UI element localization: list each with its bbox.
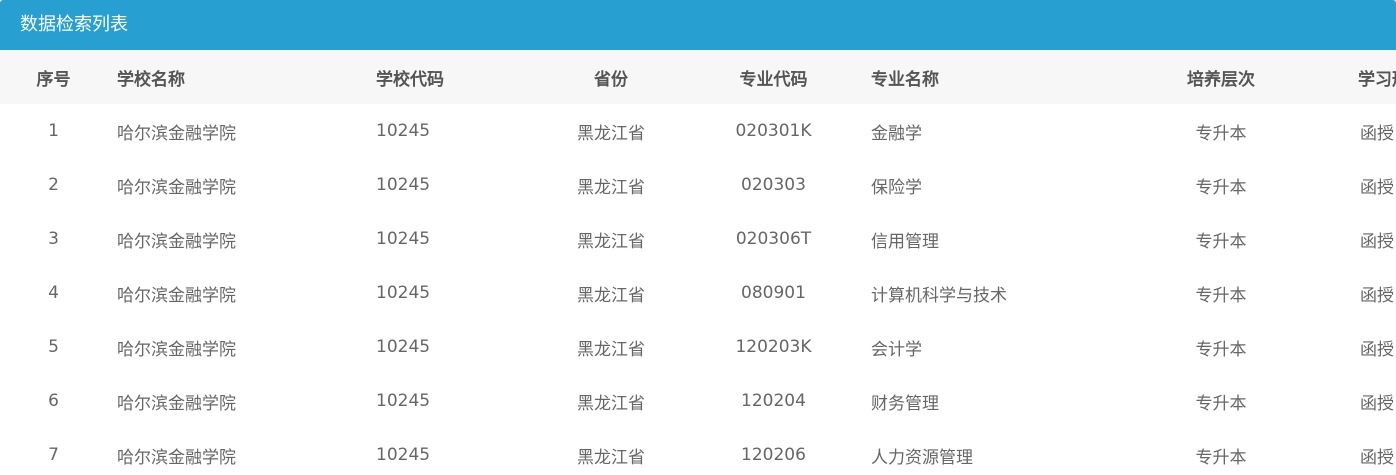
cell-index: 7	[48, 445, 59, 465]
column-header-study-mode: 学习形式	[1358, 69, 1396, 90]
cell-school-code: 10245	[376, 337, 431, 357]
cell-province: 黑龙江省	[577, 447, 645, 468]
table-row: 2 哈尔滨金融学院 10245 黑龙江省 020303 保险学 专升本 函授	[0, 158, 1396, 212]
column-header-province: 省份	[594, 69, 628, 90]
cell-study-mode: 函授	[1360, 447, 1394, 468]
cell-school-code: 10245	[376, 391, 431, 411]
cell-major-name: 会计学	[871, 339, 922, 360]
cell-school-code: 10245	[376, 229, 431, 249]
cell-school-code: 10245	[376, 175, 431, 195]
cell-school-code: 10245	[376, 283, 431, 303]
cell-study-mode: 函授	[1360, 285, 1394, 306]
cell-level: 专升本	[1195, 123, 1247, 144]
column-header-major-code: 专业代码	[739, 69, 808, 90]
cell-major-code: 020306T	[735, 229, 812, 249]
cell-study-mode: 函授	[1360, 123, 1394, 144]
cell-index: 4	[48, 283, 59, 303]
cell-major-code: 020303	[741, 175, 806, 195]
cell-study-mode: 函授	[1360, 231, 1394, 252]
cell-level: 专升本	[1195, 285, 1247, 306]
column-header-level: 培养层次	[1187, 69, 1255, 90]
cell-province: 黑龙江省	[577, 123, 645, 144]
cell-school-name: 哈尔滨金融学院	[117, 285, 236, 306]
cell-major-name: 保险学	[871, 177, 922, 198]
cell-school-name: 哈尔滨金融学院	[117, 123, 236, 144]
cell-level: 专升本	[1195, 339, 1247, 360]
table-row: 4 哈尔滨金融学院 10245 黑龙江省 080901 计算机科学与技术 专升本…	[0, 266, 1396, 320]
panel-title: 数据检索列表	[20, 14, 128, 35]
panel-header: 数据检索列表	[0, 0, 1396, 50]
table-row: 3 哈尔滨金融学院 10245 黑龙江省 020306T 信用管理 专升本 函授	[0, 212, 1396, 266]
cell-province: 黑龙江省	[577, 339, 645, 360]
cell-index: 1	[48, 121, 59, 141]
cell-major-code: 080901	[741, 283, 806, 303]
data-search-panel: 数据检索列表 序号 学校名称 学校代码 省份 专业代码 专业名称 培养层次 学习…	[0, 0, 1396, 475]
cell-major-name: 计算机科学与技术	[871, 285, 1007, 306]
column-header-school-name: 学校名称	[117, 69, 185, 90]
cell-index: 5	[48, 337, 59, 357]
cell-major-code: 120203K	[735, 337, 812, 357]
table-header: 序号 学校名称 学校代码 省份 专业代码 专业名称 培养层次 学习形式	[0, 50, 1396, 104]
table-header-row: 序号 学校名称 学校代码 省份 专业代码 专业名称 培养层次 学习形式	[0, 50, 1396, 104]
cell-province: 黑龙江省	[577, 177, 645, 198]
cell-major-name: 财务管理	[871, 393, 939, 414]
column-header-school-code: 学校代码	[376, 69, 444, 90]
cell-level: 专升本	[1195, 231, 1247, 252]
table-row: 5 哈尔滨金融学院 10245 黑龙江省 120203K 会计学 专升本 函授	[0, 320, 1396, 374]
column-header-major-name: 专业名称	[871, 69, 939, 90]
table-row: 7 哈尔滨金融学院 10245 黑龙江省 120206 人力资源管理 专升本 函…	[0, 428, 1396, 475]
cell-school-name: 哈尔滨金融学院	[117, 447, 236, 468]
cell-level: 专升本	[1195, 393, 1247, 414]
cell-study-mode: 函授	[1360, 393, 1394, 414]
cell-major-code: 120206	[741, 445, 806, 465]
cell-index: 2	[48, 175, 59, 195]
results-table: 序号 学校名称 学校代码 省份 专业代码 专业名称 培养层次 学习形式 1 哈尔…	[0, 50, 1396, 475]
table-row: 6 哈尔滨金融学院 10245 黑龙江省 120204 财务管理 专升本 函授	[0, 374, 1396, 428]
cell-school-code: 10245	[376, 445, 431, 465]
cell-major-name: 信用管理	[871, 231, 939, 252]
cell-major-name: 人力资源管理	[871, 447, 973, 468]
table-row: 1 哈尔滨金融学院 10245 黑龙江省 020301K 金融学 专升本 函授	[0, 104, 1396, 158]
cell-index: 6	[48, 391, 59, 411]
cell-school-name: 哈尔滨金融学院	[117, 177, 236, 198]
cell-school-name: 哈尔滨金融学院	[117, 393, 236, 414]
cell-school-name: 哈尔滨金融学院	[117, 339, 236, 360]
cell-study-mode: 函授	[1360, 339, 1394, 360]
cell-major-code: 120204	[741, 391, 806, 411]
table-body: 1 哈尔滨金融学院 10245 黑龙江省 020301K 金融学 专升本 函授 …	[0, 104, 1396, 475]
cell-school-code: 10245	[376, 121, 431, 141]
cell-major-name: 金融学	[871, 123, 922, 144]
column-header-index: 序号	[36, 69, 71, 90]
cell-province: 黑龙江省	[577, 393, 645, 414]
cell-study-mode: 函授	[1360, 177, 1394, 198]
cell-school-name: 哈尔滨金融学院	[117, 231, 236, 252]
cell-index: 3	[48, 229, 59, 249]
cell-level: 专升本	[1195, 177, 1247, 198]
cell-province: 黑龙江省	[577, 285, 645, 306]
cell-major-code: 020301K	[735, 121, 812, 141]
cell-level: 专升本	[1195, 447, 1247, 468]
cell-province: 黑龙江省	[577, 231, 645, 252]
